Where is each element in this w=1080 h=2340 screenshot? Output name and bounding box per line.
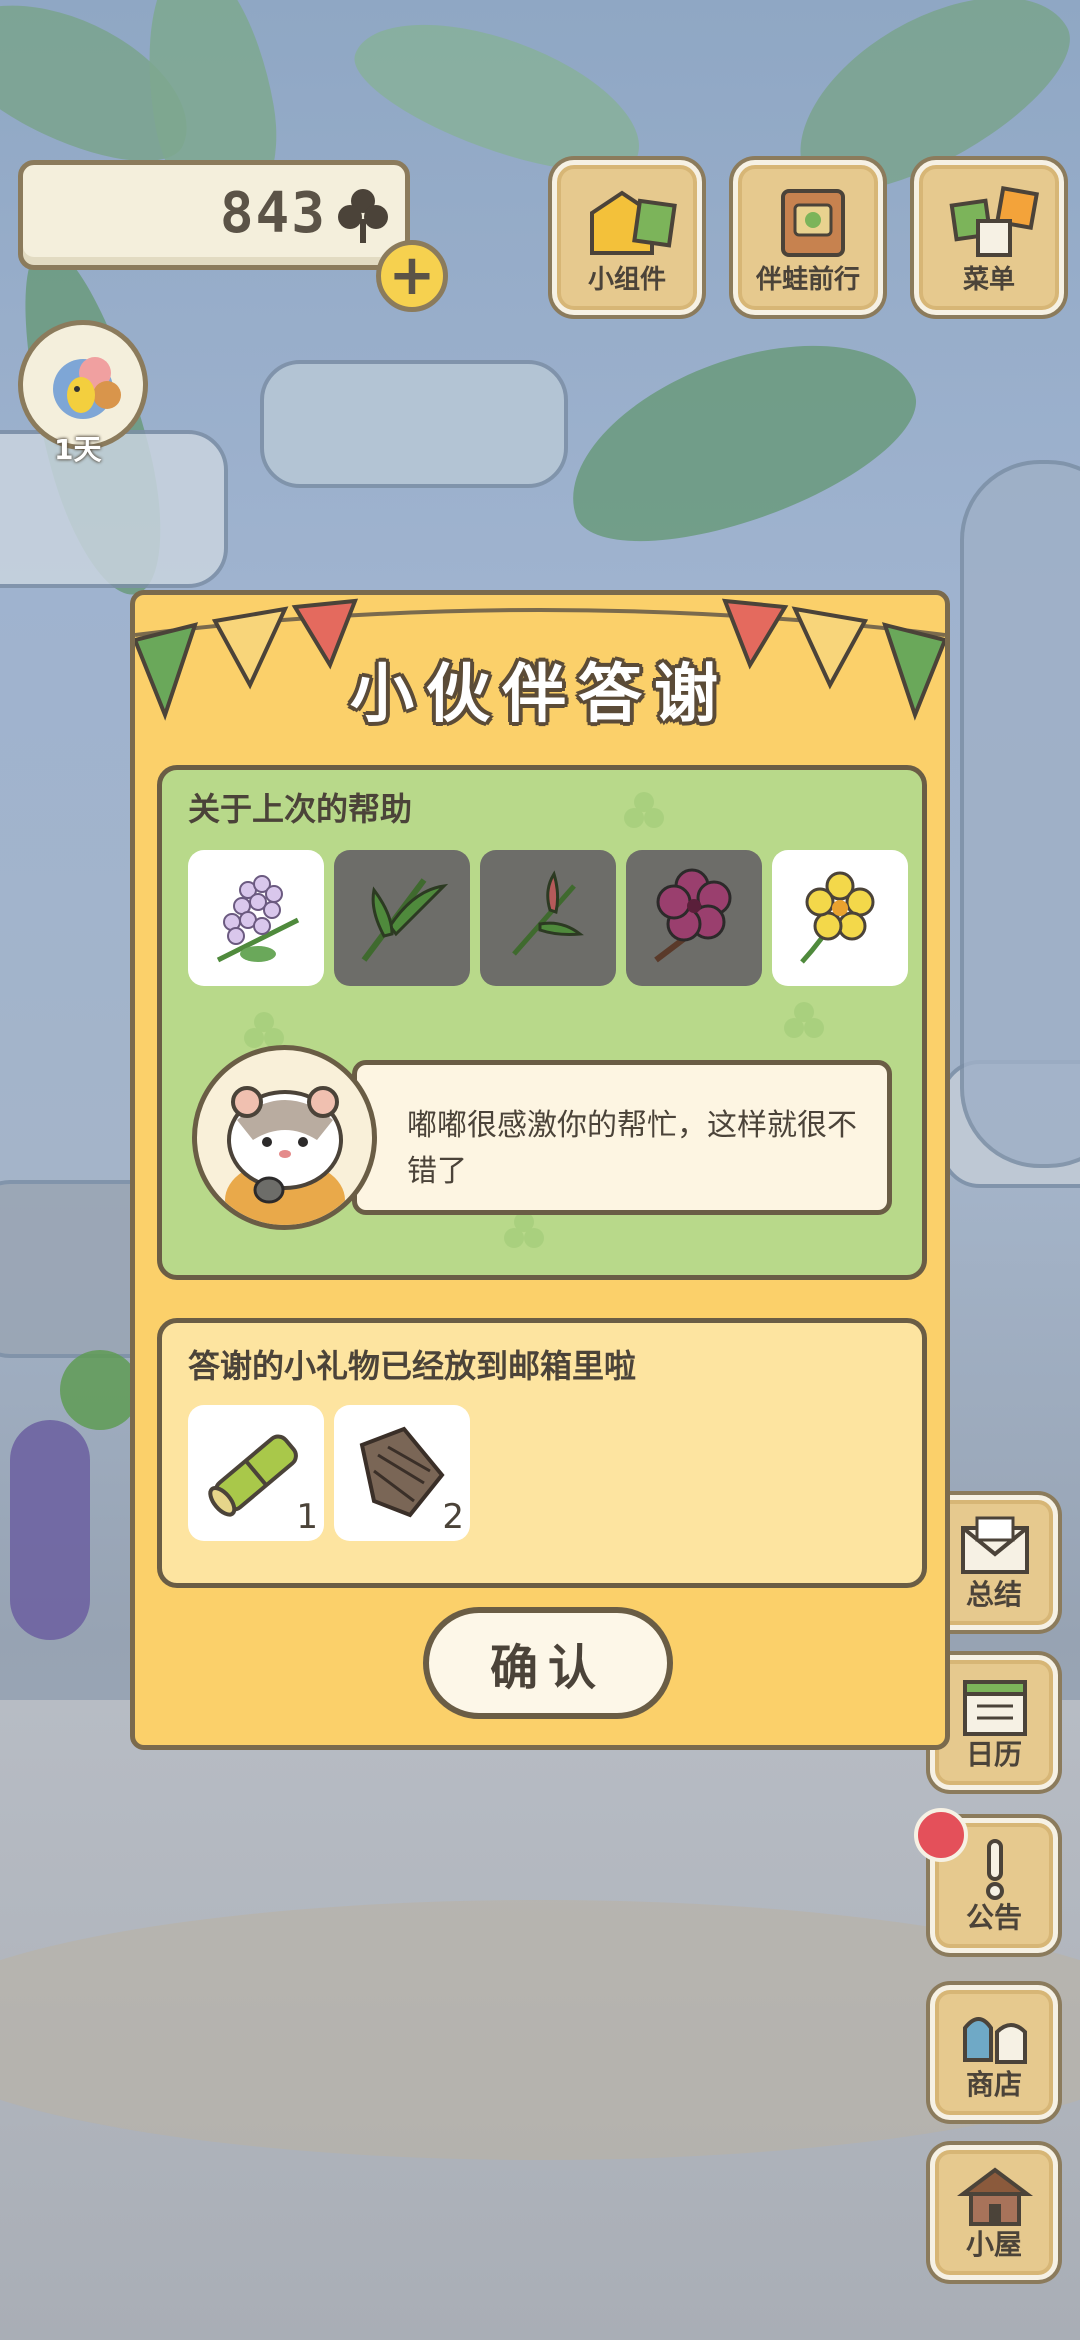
menu-button[interactable]: 菜单: [914, 160, 1064, 315]
dialog-title: 小伙伴答谢: [350, 658, 730, 732]
sprig-icon: [512, 870, 584, 956]
clover-counter: 843: [18, 160, 410, 270]
help-items: [188, 850, 908, 986]
widget-button[interactable]: 小组件: [552, 160, 702, 315]
journey-label: 伴蛙前行: [755, 265, 860, 295]
house-label: 小屋: [965, 2228, 1022, 2261]
lilac-flower-icon: [216, 875, 300, 963]
house-icon: [957, 2167, 1033, 2226]
menu-label: 菜单: [962, 265, 1015, 295]
gift-panel: 答谢的小礼物已经放到邮箱里啦 1 2: [157, 1318, 927, 1588]
house-button[interactable]: 小屋: [930, 2145, 1058, 2280]
calendar-icon: [963, 1680, 1027, 1736]
thanks-dialog: 小伙伴答谢 关于上次的帮助 嘟嘟很感激你的帮忙，这样就很不错了 答谢的小礼物已经…: [130, 590, 950, 1750]
day-label: 1天: [54, 433, 102, 466]
help-item: [188, 850, 324, 986]
envelope-icon: [961, 1516, 1029, 1574]
calendar-label: 日历: [965, 1738, 1022, 1771]
help-panel: 关于上次的帮助 嘟嘟很感激你的帮忙，这样就很不错了: [157, 765, 927, 1280]
yellow-flower-icon: [800, 871, 875, 964]
clover-count: 843: [219, 181, 327, 246]
menu-cards-icon: [949, 185, 1040, 257]
shop-button[interactable]: 商店: [930, 1985, 1058, 2120]
gift-item: 1: [188, 1405, 324, 1541]
summary-label: 总结: [965, 1578, 1022, 1611]
hamster-portrait: [192, 1045, 377, 1230]
confirm-button[interactable]: 确认: [423, 1607, 673, 1719]
notice-label: 公告: [965, 1901, 1022, 1934]
gift-items: 1 2: [188, 1405, 470, 1541]
widget-label: 小组件: [587, 265, 666, 295]
thanks-message: 嘟嘟很感激你的帮忙，这样就很不错了: [407, 1108, 857, 1189]
clover-icon: [338, 189, 388, 243]
help-item: [772, 850, 908, 986]
help-item: [334, 850, 470, 986]
shop-label: 商店: [965, 2068, 1022, 2101]
plus-icon: +: [388, 243, 436, 308]
frog-friends-icon: [53, 357, 121, 419]
speech-bubble: 嘟嘟很感激你的帮忙，这样就很不错了: [352, 1060, 892, 1215]
journey-button[interactable]: 伴蛙前行: [733, 160, 883, 315]
notification-dot: [914, 1808, 968, 1862]
journal-icon: [781, 189, 845, 257]
gift-heading: 答谢的小礼物已经放到邮箱里啦: [188, 1347, 637, 1385]
help-heading: 关于上次的帮助: [188, 790, 413, 828]
help-item: [626, 850, 762, 986]
exclamation-icon: [986, 1839, 1004, 1900]
hamster-icon: [225, 1086, 345, 1225]
gift-quantity: 2: [442, 1497, 464, 1537]
hibiscus-icon: [654, 868, 732, 963]
help-item: [480, 850, 616, 986]
grass-stem-icon: [361, 878, 449, 962]
bags-icon: [963, 2017, 1027, 2064]
add-clover-button[interactable]: +: [376, 240, 448, 312]
widget-icon: [590, 190, 677, 255]
gift-item: 2: [334, 1405, 470, 1541]
gift-quantity: 1: [296, 1497, 318, 1537]
